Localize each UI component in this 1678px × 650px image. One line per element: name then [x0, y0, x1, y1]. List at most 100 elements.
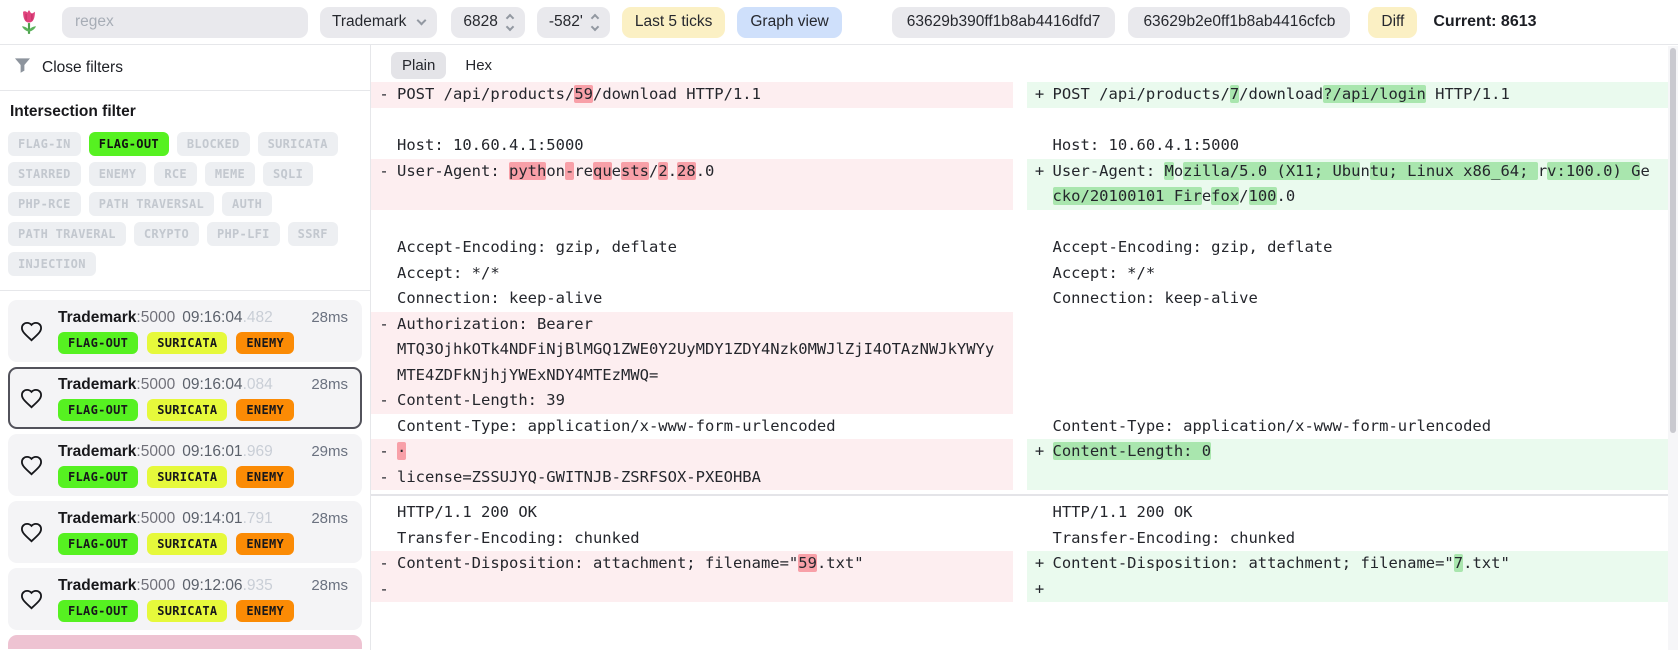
diff-marker-right: + — [1026, 439, 1053, 465]
flow-tag-list: FLAG-OUT SURICATA ENEMY — [58, 331, 348, 354]
diff-text: POST /api/products/ — [1052, 85, 1230, 103]
main-scrollbar[interactable] — [1668, 46, 1678, 650]
heart-icon[interactable] — [20, 454, 43, 477]
diff-line-right: Accept: */* — [1053, 261, 1669, 287]
diff-line-right — [1052, 576, 1668, 602]
flow-list-item[interactable]: Trademark:5000 09:16:04.084 28ms FLAG-OUT SU… — [8, 367, 362, 429]
filter-tag-crypto[interactable]: CRYPTO — [133, 222, 199, 246]
diff-marker-left: - — [371, 388, 397, 414]
diff-line-right: Content-Disposition: attachment; filenam… — [1052, 551, 1668, 577]
diff-marker-left — [371, 526, 397, 552]
flow-item-body: Trademark:5000 09:14:01.791 28ms FLAG-OUT SU… — [58, 510, 348, 555]
tick-end-value: -582' — [548, 13, 583, 30]
diff-line-left: Content-Disposition: attachment; filenam… — [397, 551, 1013, 577]
filter-tag-ssrf[interactable]: SSRF — [287, 222, 338, 246]
filter-tag-php-rce[interactable]: PHP-RCE — [8, 192, 81, 216]
filter-tag-blocked[interactable]: BLOCKED — [176, 132, 250, 156]
tick-start-input[interactable]: 6828 — [451, 6, 525, 38]
filter-tag-path-traversal[interactable]: PATH TRAVERSAL — [88, 192, 215, 216]
filter-tag-enemy[interactable]: ENEMY — [88, 162, 147, 186]
heart-icon[interactable] — [20, 320, 43, 343]
last-5-ticks-button[interactable]: Last 5 ticks — [621, 6, 726, 38]
diff-text: Authorization: Bearer MTQ3OjhkOTk4NDFiNj… — [397, 314, 995, 384]
flow-list-item-partial[interactable] — [8, 635, 362, 649]
diff-text — [397, 213, 406, 231]
diff-text: Transfer-Encoding: chunked — [1052, 528, 1296, 547]
diff-text: Accept-Encoding: gzip, deflate — [1052, 238, 1333, 256]
filter-tag-injection[interactable]: INJECTION — [8, 252, 96, 276]
diff-marker-right — [1027, 133, 1053, 159]
diff-line-right: POST /api/products/7/download?/api/login… — [1052, 82, 1668, 108]
filter-tag-flag-in[interactable]: FLAG-IN — [8, 132, 81, 156]
filter-tag-auth[interactable]: AUTH — [222, 192, 273, 216]
service-select[interactable]: Trademark — [320, 6, 438, 38]
flow-list-item[interactable]: Trademark:5000 09:16:01.969 29ms FLAG-OUT SU… — [8, 434, 362, 496]
diff-marker-right — [1027, 235, 1053, 261]
flow-item-body: Trademark:5000 09:16:01.969 29ms FLAG-OUT SU… — [58, 443, 348, 488]
diff-line-right — [1053, 388, 1669, 414]
diff-highlight: 2 — [658, 161, 668, 180]
flow-item-title: Trademark:5000 09:16:01.969 29ms — [58, 443, 348, 461]
scrollbar-thumb[interactable] — [1670, 48, 1676, 433]
diff-text: / — [1239, 187, 1249, 205]
diff-text: Accept: */* — [1052, 263, 1156, 282]
flow-tag-flag-out: FLAG-OUT — [58, 331, 139, 354]
filter-tag-path-traveral[interactable]: PATH TRAVERAL — [8, 222, 126, 246]
filter-tag-meme[interactable]: MEME — [204, 162, 255, 186]
diff-gutter — [1013, 82, 1027, 108]
filter-tag-starred[interactable]: STARRED — [8, 162, 81, 186]
diff-line-left: license=ZSSUJYQ-GWITNJB-ZSRFSOX-PXEOHBA — [397, 464, 1013, 490]
first-flow-id-field[interactable]: 63629b390ff1b8ab4416dfd7 — [891, 6, 1116, 38]
flow-item-body: Trademark:5000 09:16:04.482 28ms FLAG-OUT SU… — [58, 309, 348, 354]
tab-hex[interactable]: Hex — [454, 52, 503, 79]
flow-time: 09:16:04 — [182, 375, 243, 393]
diff-marker-right — [1027, 388, 1053, 414]
diff-text — [1053, 213, 1062, 231]
flow-list-item[interactable]: Trademark:5000 09:12:06.935 28ms FLAG-OUT SU… — [8, 568, 362, 630]
diff-highlight: sts — [621, 161, 650, 180]
diff-line-left — [397, 108, 1013, 134]
diff-line-left: Accept: */* — [397, 261, 1013, 287]
tab-plain[interactable]: Plain — [391, 52, 447, 79]
heart-icon[interactable] — [20, 588, 43, 611]
filter-tag-rce[interactable]: RCE — [154, 162, 197, 186]
diff-marker-left: - — [371, 576, 397, 602]
flow-list-item[interactable]: Trademark:5000 09:16:04.482 28ms FLAG-OUT SU… — [8, 300, 362, 362]
filter-tag-suricata[interactable]: SURICATA — [257, 132, 338, 156]
diff-gutter — [1013, 414, 1027, 440]
flow-tag-list: FLAG-OUT SURICATA ENEMY — [58, 599, 348, 622]
filter-tag-flag-out[interactable]: FLAG-OUT — [88, 132, 169, 156]
filter-tag-sqli[interactable]: SQLI — [263, 162, 314, 186]
flow-duration: 28ms — [311, 509, 348, 527]
graph-view-button[interactable]: Graph view — [737, 6, 842, 38]
diff-gutter — [1013, 526, 1027, 552]
diff-text: license=ZSSUJYQ-GWITNJB-ZSRFSOX-PXEOHBA — [397, 467, 761, 486]
diff-marker-left: - — [371, 551, 397, 577]
flow-service: Trademark — [58, 576, 137, 594]
second-flow-id-field[interactable]: 63629b2e0ff1b8ab4416cfcb — [1128, 6, 1351, 38]
diff-line-left: Host: 10.60.4.1:5000 — [397, 133, 1013, 159]
diff-button[interactable]: Diff — [1368, 6, 1418, 38]
heart-icon[interactable] — [20, 521, 43, 544]
chevron-down-icon — [416, 15, 427, 26]
diff-gutter — [1013, 210, 1027, 236]
filter-tag-php-lfi[interactable]: PHP-LFI — [206, 222, 280, 246]
flow-list-item[interactable]: Trademark:5000 09:14:01.791 28ms FLAG-OUT SU… — [8, 501, 362, 563]
diff-marker-left — [371, 108, 397, 134]
intersection-filter-panel: Intersection filter FLAG-IN FLAG-OUT BLOCK… — [0, 91, 370, 288]
diff-section-divider — [371, 490, 1668, 500]
heart-icon[interactable] — [20, 387, 43, 410]
diff-marker-left — [371, 286, 397, 312]
diff-marker-right — [1027, 108, 1053, 134]
regex-search-input[interactable] — [62, 6, 308, 38]
diff-line-left: Content-Type: application/x-www-form-url… — [397, 414, 1013, 440]
diff-line-left: Transfer-Encoding: chunked — [397, 526, 1013, 552]
diff-text: e — [611, 161, 622, 180]
stepper-arrows-icon[interactable] — [505, 13, 515, 31]
tick-end-input[interactable]: -582' — [536, 6, 610, 38]
flow-tag-enemy: ENEMY — [236, 599, 295, 622]
close-filters-button[interactable]: Close filters — [0, 45, 370, 91]
view-tabs: Plain Hex — [371, 45, 1668, 82]
sidebar: Close filters Intersection filter FLAG-I… — [0, 45, 371, 650]
stepper-arrows-icon[interactable] — [590, 13, 600, 31]
